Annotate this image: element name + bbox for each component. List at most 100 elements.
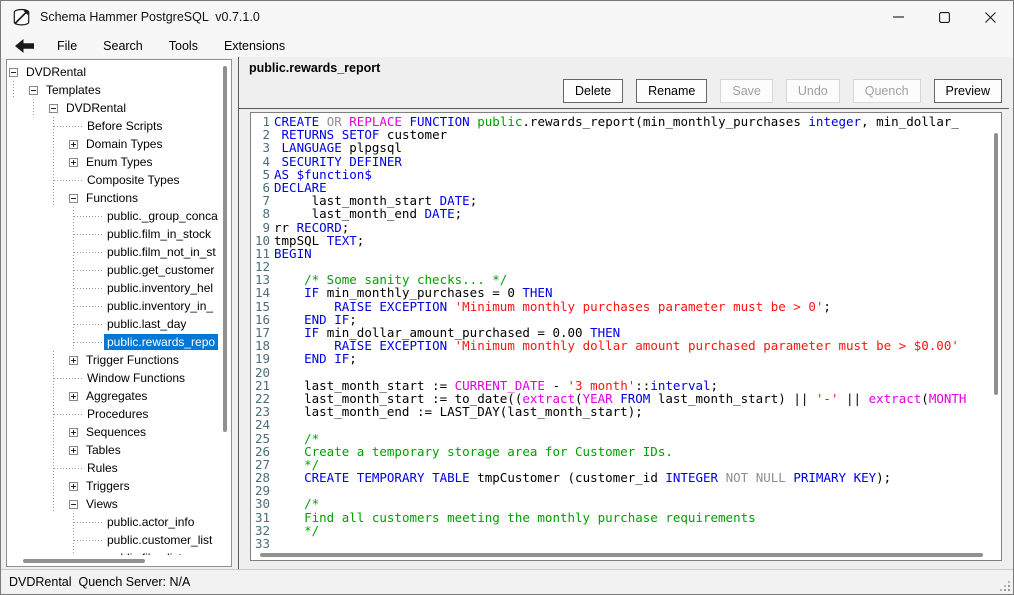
tree-item-views[interactable]: Views bbox=[9, 495, 221, 513]
tree-item-procedures[interactable]: Procedures bbox=[9, 405, 221, 423]
tree-item-label: public.actor_info bbox=[104, 514, 197, 530]
tree-connector bbox=[74, 342, 102, 343]
maximize-icon bbox=[939, 12, 950, 23]
menu-tools[interactable]: Tools bbox=[156, 37, 211, 55]
expand-icon[interactable] bbox=[69, 356, 78, 365]
collapse-icon[interactable] bbox=[9, 68, 18, 77]
line-number: 14 bbox=[253, 286, 270, 299]
tree-item-label: Domain Types bbox=[83, 136, 165, 152]
menu-extensions[interactable]: Extensions bbox=[211, 37, 298, 55]
tree-vertical-scrollbar[interactable] bbox=[223, 66, 227, 432]
tree-item-window-functions[interactable]: Window Functions bbox=[9, 369, 221, 387]
line-number: 4 bbox=[253, 155, 270, 168]
collapse-icon[interactable] bbox=[49, 104, 58, 113]
tree-item-domain-types[interactable]: Domain Types bbox=[9, 135, 221, 153]
tree-item-public-customer-list[interactable]: public.customer_list bbox=[9, 531, 221, 549]
window-title: Schema Hammer PostgreSQL v0.7.1.0 bbox=[40, 10, 260, 24]
app-window: Schema Hammer PostgreSQL v0.7.1.0 FileSe… bbox=[0, 0, 1014, 595]
code-line: 14 IF min_monthly_purchases = 0 THEN bbox=[253, 286, 990, 299]
close-button[interactable] bbox=[967, 1, 1013, 33]
menu-file[interactable]: File bbox=[44, 37, 90, 55]
tree-item-aggregates[interactable]: Aggregates bbox=[9, 387, 221, 405]
code-line: 9rr RECORD; bbox=[253, 221, 990, 234]
tree-item-enum-types[interactable]: Enum Types bbox=[9, 153, 221, 171]
resize-grip[interactable] bbox=[1008, 589, 1010, 591]
tree-item-label: public.film_not_in_st bbox=[104, 244, 219, 260]
code-line: 15 RAISE EXCEPTION 'Minimum monthly purc… bbox=[253, 300, 990, 313]
code-line: 19 END IF; bbox=[253, 352, 990, 365]
editor-object-title: public.rewards_report bbox=[249, 61, 380, 75]
code-line: 29 bbox=[253, 484, 990, 497]
tree-item-label: Aggregates bbox=[83, 388, 150, 404]
rename-button[interactable]: Rename bbox=[636, 79, 707, 103]
code-line: 33 bbox=[253, 537, 990, 550]
tree-item-label: Enum Types bbox=[83, 154, 155, 170]
editor-vertical-scrollbar[interactable] bbox=[994, 133, 998, 395]
code-line: 32 */ bbox=[253, 524, 990, 537]
sql-code-area[interactable]: 1CREATE OR REPLACE FUNCTION public.rewar… bbox=[253, 115, 990, 550]
minimize-icon bbox=[893, 16, 904, 18]
tree-item-tables[interactable]: Tables bbox=[9, 441, 221, 459]
minimize-button[interactable] bbox=[875, 1, 921, 33]
back-arrow-icon bbox=[15, 39, 34, 53]
tree-item-label: public.rewards_repo bbox=[104, 334, 218, 350]
line-number: 10 bbox=[253, 234, 270, 247]
tree-item-triggers[interactable]: Triggers bbox=[9, 477, 221, 495]
tree-item-public-last-day[interactable]: public.last_day bbox=[9, 315, 221, 333]
tree-item-label: public.customer_list bbox=[104, 532, 215, 548]
tree-view[interactable]: DVDRentalTemplatesDVDRentalBefore Script… bbox=[9, 63, 221, 555]
expand-icon[interactable] bbox=[69, 140, 78, 149]
code-line: 3 LANGUAGE plpgsql bbox=[253, 141, 990, 154]
preview-button[interactable]: Preview bbox=[934, 79, 1002, 103]
tree-connector bbox=[54, 180, 82, 181]
editor-horizontal-scrollbar[interactable] bbox=[260, 553, 983, 557]
tree-item-functions[interactable]: Functions bbox=[9, 189, 221, 207]
tree-item-templates[interactable]: Templates bbox=[9, 81, 221, 99]
tree-item-public-film-in-stock[interactable]: public.film_in_stock bbox=[9, 225, 221, 243]
tree-item-rules[interactable]: Rules bbox=[9, 459, 221, 477]
expand-icon[interactable] bbox=[69, 158, 78, 167]
code-line: 18 RAISE EXCEPTION 'Minimum monthly doll… bbox=[253, 339, 990, 352]
expand-icon[interactable] bbox=[69, 392, 78, 401]
back-button[interactable] bbox=[15, 39, 34, 53]
code-line: 31 Find all customers meeting the monthl… bbox=[253, 511, 990, 524]
tree-item-public-film-not-in-st[interactable]: public.film_not_in_st bbox=[9, 243, 221, 261]
tree-item-label: public.film_list bbox=[104, 550, 185, 555]
tree-item-public-actor-info[interactable]: public.actor_info bbox=[9, 513, 221, 531]
tree-item-public-film-list[interactable]: public.film_list bbox=[9, 549, 221, 555]
maximize-button[interactable] bbox=[921, 1, 967, 33]
collapse-icon[interactable] bbox=[69, 500, 78, 509]
tree-item-label: public.get_customer bbox=[104, 262, 217, 278]
tree-item-before-scripts[interactable]: Before Scripts bbox=[9, 117, 221, 135]
delete-button[interactable]: Delete bbox=[563, 79, 623, 103]
collapse-icon[interactable] bbox=[29, 86, 38, 95]
app-logo-icon bbox=[12, 8, 31, 27]
tree-item-composite-types[interactable]: Composite Types bbox=[9, 171, 221, 189]
tree-item-public-group-conca[interactable]: public._group_conca bbox=[9, 207, 221, 225]
tree-item-label: Trigger Functions bbox=[83, 352, 182, 368]
tree-item-public-rewards-repo[interactable]: public.rewards_repo bbox=[9, 333, 221, 351]
expand-icon[interactable] bbox=[69, 428, 78, 437]
menu-search[interactable]: Search bbox=[90, 37, 156, 55]
tree-item-public-get-customer[interactable]: public.get_customer bbox=[9, 261, 221, 279]
code-line: 23 last_month_end := LAST_DAY(last_month… bbox=[253, 405, 990, 418]
tree-item-dvdrental[interactable]: DVDRental bbox=[9, 99, 221, 117]
tree-item-public-inventory-in[interactable]: public.inventory_in_ bbox=[9, 297, 221, 315]
tree-connector bbox=[54, 126, 82, 127]
menu-bar: FileSearchToolsExtensions bbox=[1, 33, 1013, 58]
save-button: Save bbox=[720, 79, 773, 103]
tree-item-label: Tables bbox=[83, 442, 124, 458]
tree-item-trigger-functions[interactable]: Trigger Functions bbox=[9, 351, 221, 369]
expand-icon[interactable] bbox=[69, 482, 78, 491]
collapse-icon[interactable] bbox=[69, 194, 78, 203]
tree-item-dvdrental[interactable]: DVDRental bbox=[9, 63, 221, 81]
tree-horizontal-scrollbar[interactable] bbox=[23, 559, 145, 563]
tree-item-public-inventory-hel[interactable]: public.inventory_hel bbox=[9, 279, 221, 297]
tree-item-sequences[interactable]: Sequences bbox=[9, 423, 221, 441]
editor-panel: public.rewards_report DeleteRenameSaveUn… bbox=[238, 57, 1009, 569]
sql-editor[interactable]: 1CREATE OR REPLACE FUNCTION public.rewar… bbox=[250, 112, 1002, 561]
expand-icon[interactable] bbox=[69, 446, 78, 455]
tree-connector bbox=[74, 540, 102, 541]
tree-item-label: Composite Types bbox=[84, 172, 183, 188]
tree-item-label: public._group_conca bbox=[104, 208, 221, 224]
